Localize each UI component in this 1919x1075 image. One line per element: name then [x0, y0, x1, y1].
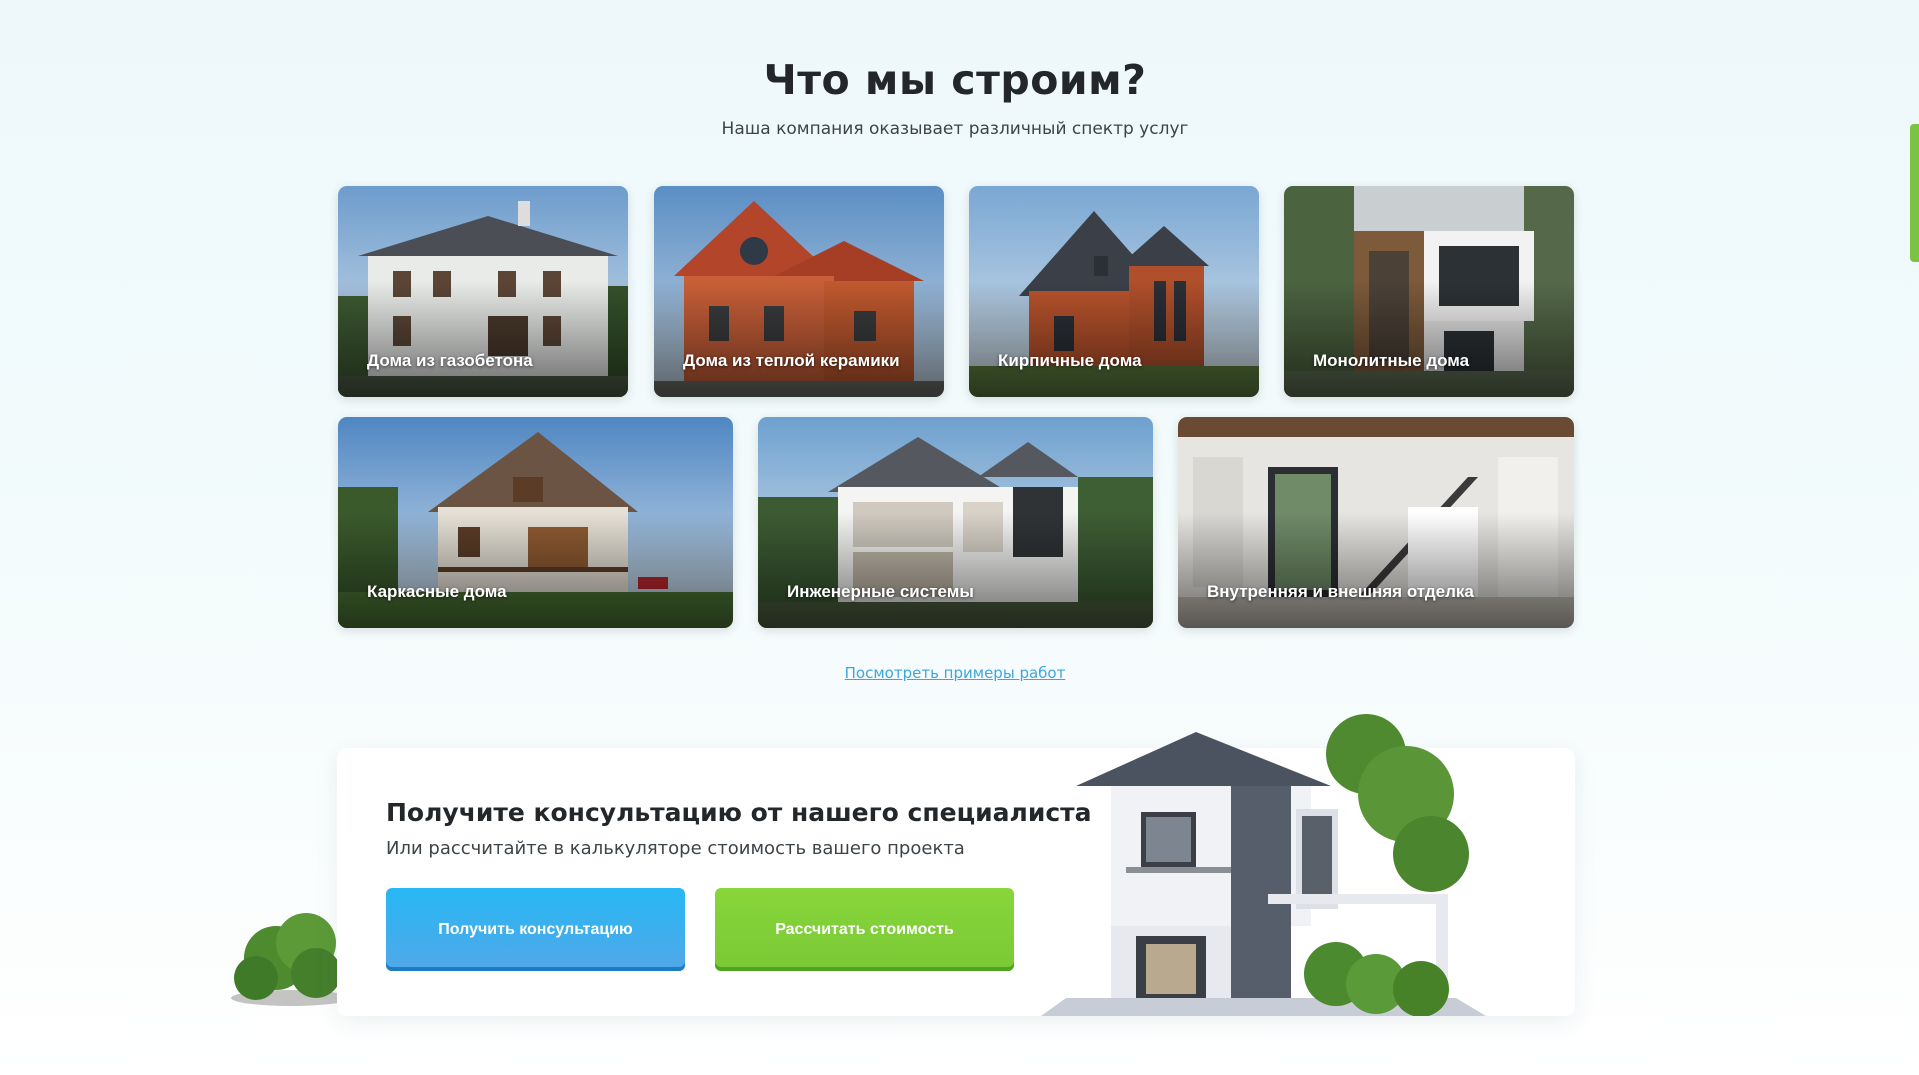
- section-subtitle: Наша компания оказывает различный спектр…: [721, 119, 1189, 139]
- card-label: Монолитные дома: [1313, 351, 1470, 370]
- card-label: Инженерные системы: [787, 582, 974, 601]
- card-label: Каркасные дома: [367, 582, 507, 601]
- scrollbar-thumb[interactable]: [1910, 124, 1919, 262]
- card-monolithic-houses[interactable]: Монолитные дома: [1284, 186, 1574, 397]
- consultation-title: Получите консультацию от нашего специали…: [386, 798, 1092, 827]
- card-warm-ceramic-houses[interactable]: Дома из теплой керамики: [654, 186, 944, 397]
- card-label: Дома из газобетона: [367, 351, 533, 370]
- card-label: Внутренняя и внешняя отделка: [1207, 582, 1474, 601]
- section-title: Что мы строим?: [763, 56, 1147, 104]
- card-aerated-concrete-houses[interactable]: Дома из газобетона: [338, 186, 628, 397]
- house-illustration: [1041, 714, 1486, 1016]
- card-frame-houses[interactable]: Каркасные дома: [338, 417, 733, 628]
- card-engineering-systems[interactable]: Инженерные системы: [758, 417, 1153, 628]
- consultation-subtitle: Или рассчитайте в калькуляторе стоимость…: [386, 838, 965, 859]
- card-brick-houses[interactable]: Кирпичные дома: [969, 186, 1259, 397]
- get-consultation-button[interactable]: Получить консультацию: [386, 888, 685, 971]
- view-examples-link[interactable]: Посмотреть примеры работ: [0, 664, 1910, 682]
- bush-decoration: [231, 913, 346, 1006]
- card-label: Кирпичные дома: [998, 351, 1142, 370]
- card-label: Дома из теплой керамики: [683, 351, 900, 370]
- card-interior-exterior-finishing[interactable]: Внутренняя и внешняя отделка: [1178, 417, 1574, 628]
- calculate-cost-button[interactable]: Рассчитать стоимость: [715, 888, 1014, 971]
